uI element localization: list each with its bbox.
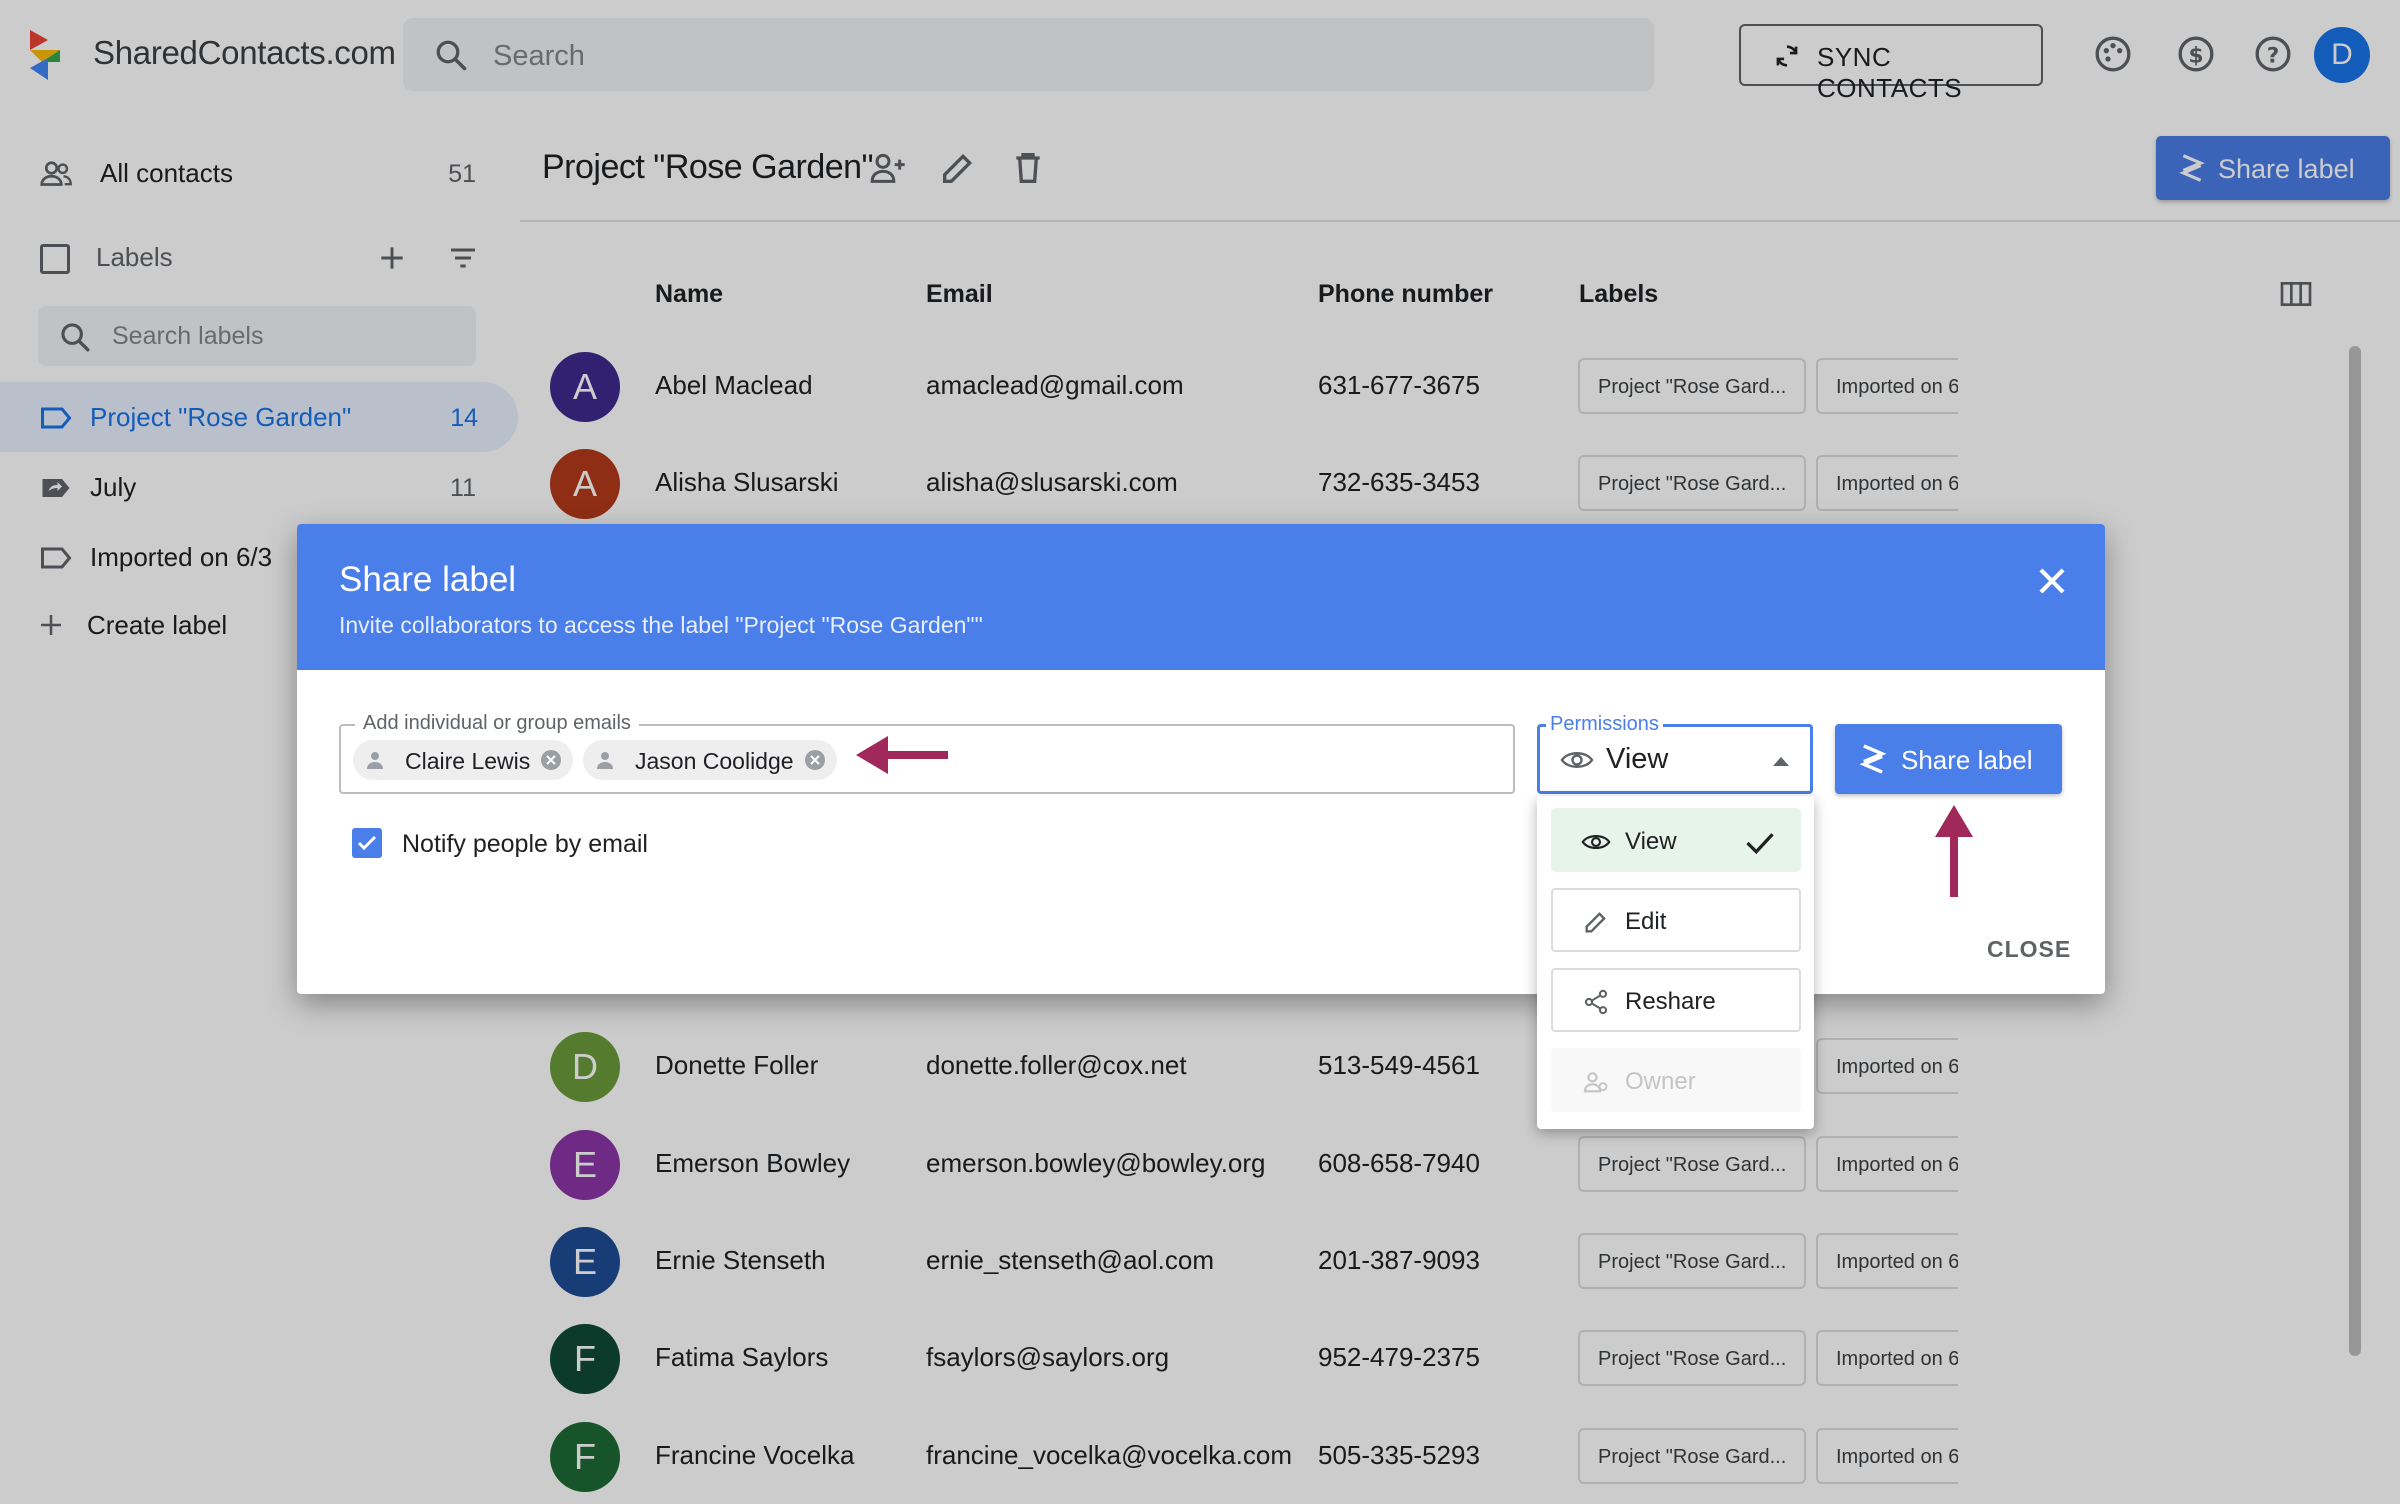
permissions-menu: View Edit Reshare Owner [1537, 796, 1814, 1129]
dialog-share-label-text: Share label [1901, 745, 2033, 775]
check-icon [1746, 833, 1774, 855]
recipient-chip: Jason Coolidge [583, 740, 837, 780]
pencil-icon [1585, 912, 1606, 933]
dialog-subtitle: Invite collaborators to access the label… [339, 612, 983, 638]
share-label-icon [1859, 744, 1887, 774]
person-icon [367, 752, 383, 769]
recipient-chip: Claire Lewis [353, 740, 573, 780]
permission-option-label: View [1625, 828, 1677, 855]
share-icon [1584, 989, 1608, 1015]
email-field-legend: Add individual or group emails [355, 712, 639, 735]
notify-label: Notify people by email [402, 830, 648, 858]
recipient-name: Claire Lewis [405, 748, 531, 774]
annotation-arrow-up-icon [1935, 805, 1973, 897]
permissions-value: View [1606, 743, 1669, 775]
checkmark-icon [357, 835, 377, 851]
recipient-name: Jason Coolidge [635, 748, 794, 774]
close-icon[interactable] [2033, 562, 2071, 600]
permission-option-label: Reshare [1625, 988, 1716, 1015]
annotation-arrow-left-icon [856, 736, 948, 774]
dialog-title: Share label [339, 560, 517, 599]
dialog-close-button[interactable]: CLOSE [1987, 936, 2071, 963]
permission-option-owner: Owner [1551, 1048, 1801, 1112]
notify-by-email-option[interactable]: Notify people by email [352, 826, 952, 866]
eye-icon [1581, 834, 1611, 850]
person-icon [597, 752, 613, 769]
permission-option-reshare[interactable]: Reshare [1551, 968, 1801, 1032]
permission-option-edit[interactable]: Edit [1551, 888, 1801, 952]
dialog-header: Share label Invite collaborators to acce… [297, 524, 2105, 670]
permissions-select[interactable]: Permissions View [1537, 713, 1813, 794]
notify-checkbox[interactable] [352, 828, 382, 858]
remove-recipient-icon[interactable] [539, 748, 563, 772]
eye-icon [1560, 752, 1594, 768]
remove-recipient-icon[interactable] [803, 748, 827, 772]
permission-option-label: Edit [1625, 908, 1667, 935]
permissions-legend: Permissions [1546, 713, 1663, 736]
dialog-share-label-button[interactable]: Share label [1835, 724, 2062, 794]
share-label-dialog: Share label Invite collaborators to acce… [297, 524, 2105, 994]
permission-option-label: Owner [1625, 1068, 1696, 1095]
caret-up-icon [1773, 757, 1789, 766]
owner-icon [1583, 1072, 1608, 1093]
permission-option-view[interactable]: View [1551, 808, 1801, 872]
